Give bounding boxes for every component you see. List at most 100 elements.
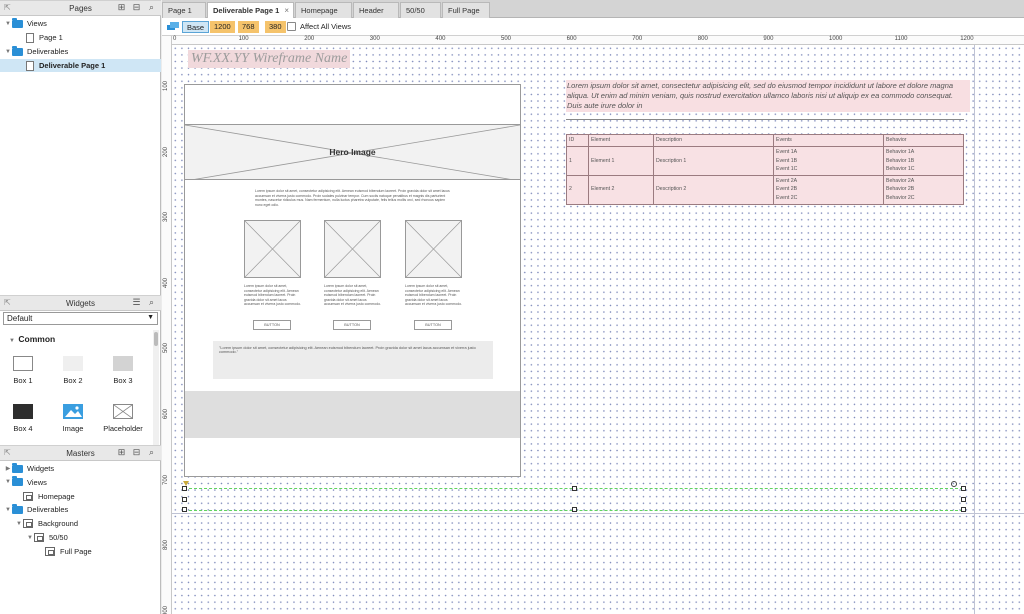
widget-item[interactable]: Box 1 — [3, 356, 43, 385]
vertical-ruler[interactable]: 100 200 300 400 500 600 700 800 900 — [162, 36, 172, 614]
ruler-tick-label: 700 — [163, 474, 169, 485]
widget-item[interactable]: Placeholder — [103, 404, 143, 433]
tab-full-page[interactable]: Full Page — [442, 2, 490, 18]
quote-block[interactable]: "Lorem ipsum dolor sit amet, consectetur… — [213, 341, 493, 379]
close-icon[interactable]: × — [284, 6, 289, 15]
widget-item[interactable]: Image — [53, 404, 93, 433]
resize-handle[interactable] — [572, 486, 577, 491]
table-row[interactable]: 1 Element 1 Description 1 Event 1A Event 1B E… — [566, 146, 964, 176]
column-paragraph[interactable]: Lorem ipsum dolor sit amet, consectetur … — [405, 284, 462, 307]
table-cell-line: Event 2A — [776, 177, 798, 184]
column-button[interactable]: BUTTON — [414, 320, 452, 330]
page-tree-item[interactable]: Page 1 — [0, 31, 161, 44]
master-tree-item[interactable]: ▼ 50/50 — [0, 531, 161, 544]
ruler-tick-label: 0 — [173, 36, 177, 42]
column-image-placeholder[interactable] — [405, 220, 462, 278]
table-row[interactable]: 2 Element 2 Description 2 Event 2A Event 2B E… — [566, 174, 964, 205]
box-light-icon — [63, 356, 83, 371]
page-tab-bar: Page 1 Deliverable Page 1 × Homepage Header 5… — [162, 0, 1024, 19]
add-page-icon[interactable]: ⊞ — [116, 2, 127, 13]
widget-item[interactable]: Box 3 — [103, 356, 143, 385]
page-tree-item[interactable]: ▼ Views — [0, 17, 161, 30]
tab-label: Homepage — [301, 6, 338, 15]
menu-icon[interactable]: ☰ — [131, 297, 142, 308]
master-tree-item[interactable]: ▼ Views — [0, 476, 161, 489]
ruler-tick-label: 100 — [163, 80, 169, 91]
master-tree-label: Views — [27, 477, 47, 487]
tab-page-1[interactable]: Page 1 — [162, 2, 206, 18]
column-image-placeholder[interactable] — [324, 220, 381, 278]
anchor-icon[interactable] — [183, 481, 189, 486]
adaptive-views-toolbar: Base 1200 768 380 Affect All Views — [162, 18, 1024, 36]
table-cell-line: Behavior 1A — [886, 149, 915, 155]
design-canvas[interactable]: WF.XX.YY Wireframe Name Hero Image Lorem… — [172, 45, 1024, 614]
left-panel: ⇱ Pages ⊞ ⊟ ⌕ ▼ Views Page 1 ▼ Deliverables D… — [0, 0, 161, 614]
resize-handle[interactable] — [961, 507, 966, 512]
breakpoint-768-button[interactable]: 768 — [238, 21, 259, 33]
resize-handle[interactable] — [961, 486, 966, 491]
master-tree-item[interactable]: Homepage — [0, 490, 161, 503]
footer-block[interactable] — [185, 391, 520, 438]
wireframe-title[interactable]: WF.XX.YY Wireframe Name — [188, 50, 351, 68]
add-folder-icon[interactable]: ⊟ — [131, 447, 142, 458]
widget-item[interactable]: Box 2 — [53, 356, 93, 385]
ruler-tick-label: 400 — [435, 36, 446, 42]
master-tree-item[interactable]: ▼ Background — [0, 517, 161, 530]
widget-item[interactable]: Box 4 — [3, 404, 43, 433]
table-cell-line: Event 1C — [776, 166, 798, 173]
master-tree-label: Deliverables — [27, 505, 69, 515]
guide-line-vertical[interactable] — [974, 45, 975, 614]
table-cell-line: Behavior 1B — [886, 157, 915, 164]
add-folder-icon[interactable]: ⊟ — [131, 2, 142, 13]
tab-homepage[interactable]: Homepage — [295, 2, 352, 18]
column-button[interactable]: BUTTON — [253, 320, 291, 330]
master-icon — [23, 519, 33, 529]
page-tree-item[interactable]: ▼ Deliverables — [0, 45, 161, 58]
master-tree-item[interactable]: ▼ Deliverables — [0, 503, 161, 516]
widget-library-select[interactable]: Default ▼ — [3, 312, 158, 325]
table-cell-line: Event 2B — [776, 186, 798, 193]
rotate-handle-icon[interactable] — [951, 481, 957, 487]
affect-all-views-checkbox[interactable]: Affect All Views — [287, 22, 351, 31]
resize-handle[interactable] — [182, 497, 187, 502]
wireframe-page-frame[interactable]: Hero Image Lorem ipsum dolor sit amet, c… — [184, 84, 521, 477]
hero-image-placeholder[interactable]: Hero Image — [185, 124, 520, 180]
breakpoint-1200-button[interactable]: 1200 — [210, 21, 235, 33]
divider-line[interactable] — [566, 119, 964, 120]
column-image-placeholder[interactable] — [244, 220, 301, 278]
annotation-table[interactable]: ID Element Description Events Behavior 1 Eleme… — [566, 134, 964, 205]
tab-deliverable-page-1[interactable]: Deliverable Page 1 × — [207, 2, 294, 19]
resize-handle[interactable] — [961, 497, 966, 502]
widgets-scrollbar[interactable] — [153, 330, 159, 446]
column-paragraph[interactable]: Lorem ipsum dolor sit amet, consectetur … — [324, 284, 381, 307]
table-cell: 2 — [566, 174, 589, 205]
breakpoint-380-button[interactable]: 380 — [265, 21, 286, 33]
resize-handle[interactable] — [572, 507, 577, 512]
column-button[interactable]: BUTTON — [333, 320, 371, 330]
adaptive-views-icon[interactable] — [167, 22, 179, 31]
resize-handle[interactable] — [182, 486, 187, 491]
widget-label: Placeholder — [103, 424, 143, 433]
horizontal-ruler[interactable]: 0 100 200 300 400 500 600 700 800 900 1000 1100 1200 — [172, 36, 1024, 45]
annotation-text[interactable]: Lorem ipsum dolor sit amet, consectetur … — [566, 80, 970, 112]
master-tree-item[interactable]: Full Page — [0, 545, 161, 558]
master-tree-label: Background — [38, 519, 79, 529]
search-icon[interactable]: ⌕ — [146, 297, 157, 308]
base-view-button[interactable]: Base — [182, 21, 210, 33]
intro-paragraph[interactable]: Lorem ipsum dolor sit amet, consectetur … — [255, 189, 450, 207]
search-icon[interactable]: ⌕ — [146, 2, 157, 13]
tab-50-50[interactable]: 50/50 — [400, 2, 441, 18]
search-icon[interactable]: ⌕ — [146, 447, 157, 458]
add-master-icon[interactable]: ⊞ — [116, 447, 127, 458]
table-cell: 1 — [566, 146, 589, 176]
tab-header[interactable]: Header — [353, 2, 399, 18]
page-tree-item[interactable]: Deliverable Page 1 — [0, 59, 161, 72]
master-tree-item[interactable]: ▶ Widgets — [0, 462, 161, 475]
guide-line-horizontal[interactable] — [172, 513, 1024, 514]
table-header-row: ID Element Description Events Behavior — [566, 134, 964, 147]
widget-group-common[interactable]: ▼ Common — [8, 334, 55, 344]
column-paragraph[interactable]: Lorem ipsum dolor sit amet, consectetur … — [244, 284, 301, 307]
master-icon — [34, 533, 44, 542]
table-header-cell: ID — [566, 134, 589, 147]
resize-handle[interactable] — [182, 507, 187, 512]
